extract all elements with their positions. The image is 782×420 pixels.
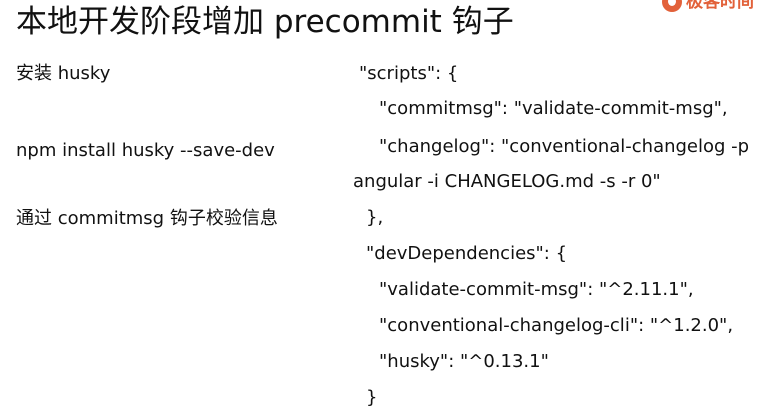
install-husky-text: 安装 husky (16, 63, 111, 84)
code-line-changelog-continued: angular -i CHANGELOG.md -s -r 0" (353, 171, 661, 192)
code-line-commitmsg: "commitmsg": "validate-commit-msg", (379, 98, 728, 119)
code-line-scripts-close: }, (366, 207, 384, 228)
npm-install-command-text: npm install husky --save-dev (16, 140, 275, 161)
code-line-husky: "husky": "^0.13.1" (379, 351, 549, 372)
commitmsg-hook-text: 通过 commitmsg 钩子校验信息 (16, 208, 278, 229)
code-line-validate-commit-msg: "validate-commit-msg": "^2.11.1", (379, 279, 694, 300)
code-line-devdependencies-open: "devDependencies": { (366, 243, 568, 264)
slide-title: 本地开发阶段增加 precommit 钩子 (16, 4, 514, 40)
brand-logo: 极客时间 (662, 0, 754, 12)
code-line-conventional-changelog-cli: "conventional-changelog-cli": "^1.2.0", (379, 315, 734, 336)
geektime-logo-icon (662, 0, 682, 12)
brand-logo-text: 极客时间 (686, 0, 754, 12)
code-line-devdependencies-close: } (366, 387, 378, 408)
code-line-changelog: "changelog": "conventional-changelog -p (379, 136, 750, 157)
code-line-scripts-open: "scripts": { (359, 63, 459, 84)
